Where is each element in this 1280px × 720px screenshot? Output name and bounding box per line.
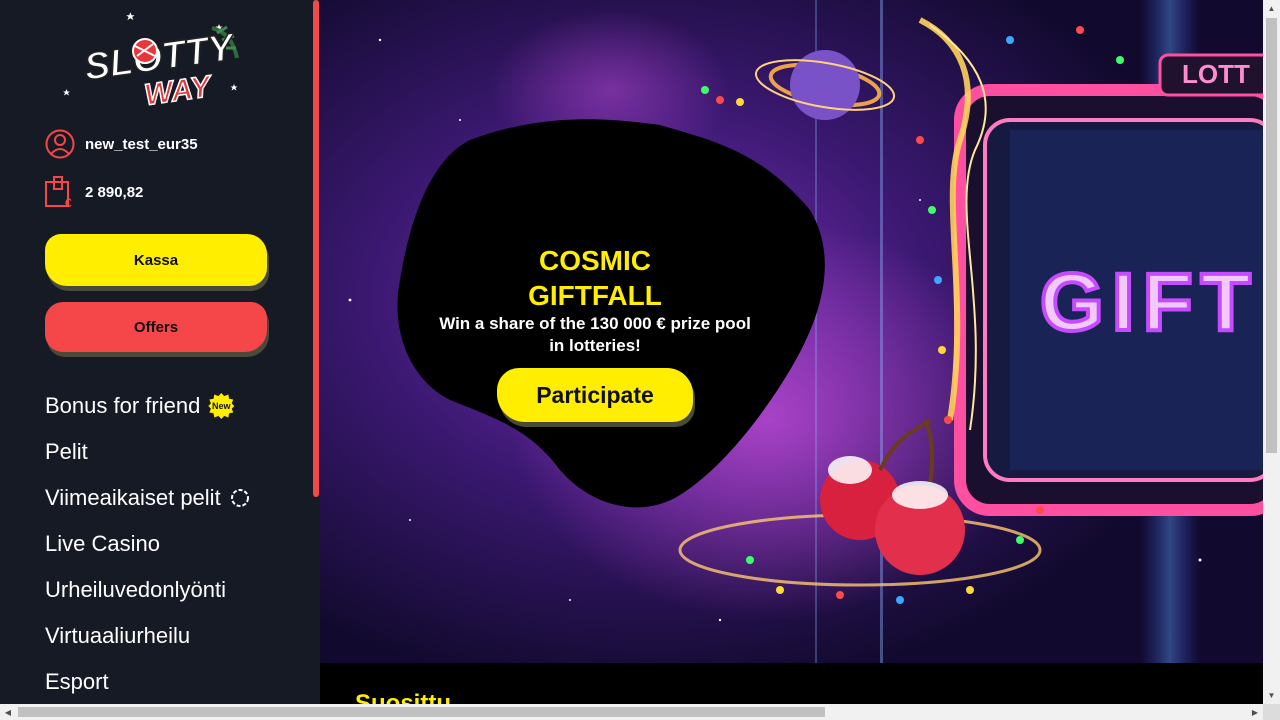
- sidebar: SLOTTY WAY new_test_eur35 € 2 890,82 Kas: [0, 0, 320, 704]
- section-title-popular: Suosittu: [355, 690, 451, 704]
- sidebar-item-sports-betting[interactable]: Urheiluvedonlyönti: [45, 567, 305, 613]
- offers-button[interactable]: Offers: [45, 302, 267, 352]
- promo-title-line2: GIFTFALL: [528, 280, 662, 311]
- kassa-button[interactable]: Kassa: [45, 234, 267, 286]
- sidebar-item-esport[interactable]: Esport: [45, 659, 305, 704]
- sidebar-item-label: Pelit: [45, 439, 88, 464]
- gift-sign-text: GIFT: [1040, 257, 1259, 348]
- sidebar-item-recent-games[interactable]: Viimeaikaiset pelit: [45, 475, 305, 521]
- svg-text:€: €: [65, 196, 72, 208]
- new-badge: New: [208, 393, 235, 419]
- sidebar-item-bonus-for-friend[interactable]: Bonus for friend New: [45, 383, 305, 429]
- sidebar-item-label: Esport: [45, 669, 109, 694]
- balance-display[interactable]: € 2 890,82: [45, 176, 143, 208]
- lottery-sign-text: LOTT: [1182, 59, 1250, 89]
- app-root: SLOTTY WAY new_test_eur35 € 2 890,82 Kas: [0, 0, 1280, 720]
- scroll-right-arrow-icon[interactable]: ▶: [1247, 704, 1263, 720]
- participate-button[interactable]: Participate: [497, 368, 693, 422]
- sidebar-scrollbar[interactable]: [312, 0, 320, 704]
- sidebar-item-pelit[interactable]: Pelit: [45, 429, 305, 475]
- sidebar-item-label: Viimeaikaiset pelit: [45, 485, 221, 510]
- username: new_test_eur35: [85, 135, 198, 153]
- user-circle-icon: [45, 129, 75, 159]
- sidebar-item-label: Urheiluvedonlyönti: [45, 577, 226, 602]
- page-vertical-scrollbar[interactable]: ▲ ▼: [1263, 0, 1280, 704]
- vertical-scrollbar-thumb[interactable]: [1266, 18, 1277, 453]
- scroll-down-arrow-icon[interactable]: ▼: [1263, 687, 1280, 704]
- sidebar-item-virtual-sports[interactable]: Virtuaaliurheilu: [45, 613, 305, 659]
- promo-banner[interactable]: LOTT GIFT COSMIC GIFTFALL Win a share of…: [320, 0, 1263, 663]
- promo-title: COSMIC GIFTFALL: [495, 243, 695, 313]
- scroll-left-arrow-icon[interactable]: ◀: [0, 704, 16, 720]
- horizontal-scrollbar-thumb[interactable]: [18, 707, 825, 717]
- scrollbar-corner: [1263, 704, 1280, 720]
- wallet-euro-icon: €: [45, 176, 72, 208]
- sidebar-item-label: Bonus for friend: [45, 393, 201, 418]
- scroll-up-arrow-icon[interactable]: ▲: [1263, 0, 1280, 17]
- balance-amount: 2 890,82: [85, 183, 144, 201]
- promo-title-line1: COSMIC: [539, 245, 651, 276]
- promo-subtitle: Win a share of the 130 000 € prize pool …: [439, 314, 751, 355]
- loading-spinner-icon: [230, 489, 249, 507]
- sidebar-item-label: Live Casino: [45, 531, 160, 556]
- sidebar-scrollbar-thumb[interactable]: [313, 0, 319, 497]
- page-horizontal-scrollbar[interactable]: ◀ ▶: [0, 704, 1280, 720]
- user-profile-link[interactable]: new_test_eur35: [45, 129, 198, 159]
- slottyway-logo[interactable]: SLOTTY WAY: [62, 8, 252, 108]
- sidebar-item-live-casino[interactable]: Live Casino: [45, 521, 305, 567]
- main-content: LOTT GIFT COSMIC GIFTFALL Win a share of…: [320, 0, 1263, 704]
- sidebar-nav: Bonus for friend New Pelit Viimeaikaiset…: [45, 383, 305, 704]
- sidebar-item-label: Virtuaaliurheilu: [45, 623, 191, 648]
